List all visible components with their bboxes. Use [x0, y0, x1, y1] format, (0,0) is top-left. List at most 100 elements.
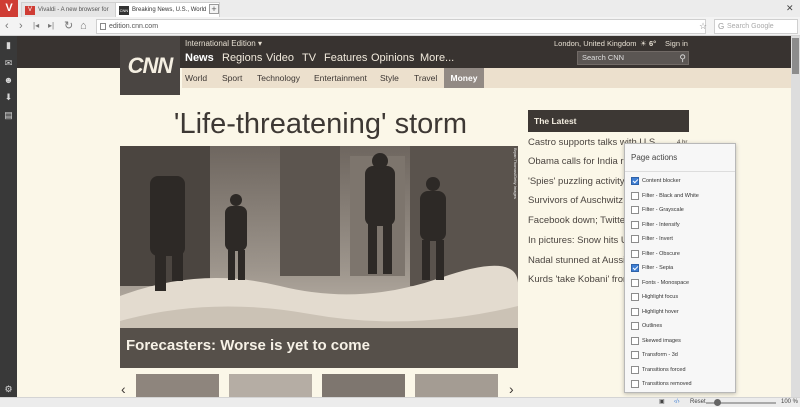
- page-action-item[interactable]: Filter - Invert: [631, 235, 673, 247]
- checkbox[interactable]: [631, 220, 639, 229]
- url-field[interactable]: edition.cnn.com: [96, 19, 706, 34]
- search-icon[interactable]: ⚲: [679, 52, 686, 64]
- main-headline[interactable]: 'Life-threatening' storm: [120, 106, 521, 142]
- subnav-technology[interactable]: Technology: [257, 72, 300, 84]
- vivaldi-favicon-icon: V: [25, 6, 35, 15]
- page-action-item[interactable]: Transform - 3d: [631, 351, 678, 363]
- checkbox[interactable]: [631, 206, 639, 214]
- bookmark-icon[interactable]: ☆: [699, 20, 707, 32]
- page-scrollbar[interactable]: [791, 36, 800, 397]
- new-tab-button[interactable]: +: [209, 4, 219, 14]
- scrollbar-thumb[interactable]: [792, 38, 799, 74]
- zoom-reset-button[interactable]: Reset: [690, 398, 706, 407]
- carousel-thumb[interactable]: [229, 374, 312, 397]
- subnav-world[interactable]: World: [185, 72, 207, 84]
- nav-tv[interactable]: TV: [302, 51, 316, 65]
- zoom-level: 100 %: [781, 399, 799, 405]
- zoom-slider-handle[interactable]: [714, 399, 721, 406]
- edition-selector[interactable]: International Edition ▾: [185, 38, 262, 50]
- checkbox[interactable]: [631, 322, 639, 330]
- vivaldi-menu-button[interactable]: V: [0, 0, 18, 17]
- search-engine-icon: G: [718, 22, 725, 31]
- weather-icon: ☀: [640, 39, 647, 48]
- rewind-button[interactable]: |◂: [33, 19, 39, 33]
- checkbox[interactable]: [631, 249, 639, 258]
- tab-vivaldi[interactable]: V Vivaldi - A new browser for: [21, 2, 126, 17]
- checkbox[interactable]: [631, 365, 639, 374]
- nav-features[interactable]: Features: [324, 51, 367, 65]
- page-action-item[interactable]: Highlight hover: [631, 307, 679, 320]
- mail-icon[interactable]: ✉: [0, 57, 17, 69]
- page-actions-icon[interactable]: ‹/›: [674, 398, 680, 407]
- checkbox[interactable]: [631, 278, 639, 287]
- carousel-next-button[interactable]: ›: [509, 382, 514, 396]
- latest-item[interactable]: Obama calls for India re: [528, 155, 638, 168]
- nav-more[interactable]: More...: [420, 51, 454, 65]
- sign-in-link[interactable]: Sign in: [665, 38, 688, 50]
- latest-item[interactable]: Kurds 'take Kobani' fror: [528, 273, 638, 286]
- settings-icon[interactable]: ⚙: [0, 383, 17, 395]
- tab-bar: V V Vivaldi - A new browser for CNN Brea…: [0, 0, 800, 17]
- checkbox[interactable]: [631, 191, 639, 200]
- contacts-icon[interactable]: ☻: [0, 74, 17, 86]
- nav-regions[interactable]: Regions: [222, 51, 262, 65]
- checkbox[interactable]: [631, 177, 639, 185]
- search-field[interactable]: G Search Google: [714, 19, 798, 34]
- page-action-item[interactable]: Outlines: [631, 322, 662, 334]
- page-action-item[interactable]: Transitions removed: [631, 380, 692, 392]
- home-button[interactable]: ⌂: [80, 19, 87, 33]
- download-icon[interactable]: ⬇: [0, 91, 17, 103]
- cnn-search-input[interactable]: Search CNN ⚲: [577, 51, 689, 65]
- page-action-label: Filter - Intensify: [642, 221, 680, 228]
- close-window-button[interactable]: ✕: [786, 2, 794, 14]
- image-toggle-icon[interactable]: ▣: [659, 398, 665, 407]
- carousel-prev-button[interactable]: ‹: [121, 382, 126, 396]
- checkbox[interactable]: [631, 307, 639, 316]
- latest-item[interactable]: Nadal stunned at Aussie: [528, 254, 638, 267]
- page-action-item[interactable]: Transitions forced: [631, 365, 686, 378]
- page-action-item[interactable]: Filter - Black and White: [631, 191, 699, 204]
- subnav-entertainment[interactable]: Entertainment: [314, 72, 367, 84]
- latest-item[interactable]: 'Spies' puzzling activity: [528, 175, 638, 188]
- hero-caption[interactable]: Forecasters: Worse is yet to come: [126, 336, 516, 356]
- checkbox[interactable]: [631, 293, 639, 301]
- nav-video[interactable]: Video: [266, 51, 294, 65]
- subnav-sport[interactable]: Sport: [222, 72, 242, 84]
- checkbox[interactable]: [631, 235, 639, 243]
- checkbox[interactable]: [631, 351, 639, 359]
- checkbox[interactable]: [631, 264, 639, 272]
- subnav-money[interactable]: Money: [444, 68, 484, 88]
- page-action-label: Highlight hover: [642, 308, 679, 315]
- checkbox[interactable]: [631, 380, 639, 388]
- back-button[interactable]: ‹: [5, 19, 9, 33]
- fastforward-button[interactable]: ▸|: [48, 19, 54, 33]
- latest-item[interactable]: Survivors of Auschwitz r: [528, 194, 638, 207]
- reload-button[interactable]: ↻: [64, 19, 73, 33]
- page-action-item[interactable]: Highlight focus: [631, 293, 678, 305]
- page-action-item[interactable]: Content blocker: [631, 177, 681, 189]
- nav-opinions[interactable]: Opinions: [371, 51, 414, 65]
- latest-item[interactable]: Facebook down; Twitter: [528, 214, 638, 227]
- page-action-item[interactable]: Filter - Sepia: [631, 264, 673, 276]
- notes-icon[interactable]: ▤: [0, 109, 17, 121]
- page-action-item[interactable]: Fonts - Monospace: [631, 278, 689, 291]
- bookmark-icon[interactable]: ▮: [0, 39, 17, 51]
- latest-item[interactable]: In pictures: Snow hits U: [528, 234, 638, 247]
- page-action-item[interactable]: Filter - Grayscale: [631, 206, 684, 218]
- page-action-item[interactable]: Skewed images: [631, 336, 681, 349]
- carousel-thumb[interactable]: [415, 374, 498, 397]
- tab-cnn[interactable]: CNN Breaking News, U.S., World: [115, 2, 220, 17]
- carousel-thumb[interactable]: [322, 374, 405, 397]
- tab-title: Vivaldi - A new browser for: [38, 7, 109, 13]
- page-action-item[interactable]: Filter - Obscure: [631, 249, 680, 262]
- nav-news[interactable]: News: [185, 51, 214, 65]
- cnn-logo[interactable]: CNN: [120, 36, 180, 95]
- subnav-travel[interactable]: Travel: [414, 72, 437, 84]
- search-placeholder: Search Google: [727, 23, 774, 30]
- page-action-item[interactable]: Filter - Intensify: [631, 220, 680, 233]
- weather-temp: 6°: [649, 39, 657, 48]
- checkbox[interactable]: [631, 336, 639, 345]
- subnav-style[interactable]: Style: [380, 72, 399, 84]
- carousel-thumb[interactable]: [136, 374, 219, 397]
- forward-button[interactable]: ›: [19, 19, 23, 33]
